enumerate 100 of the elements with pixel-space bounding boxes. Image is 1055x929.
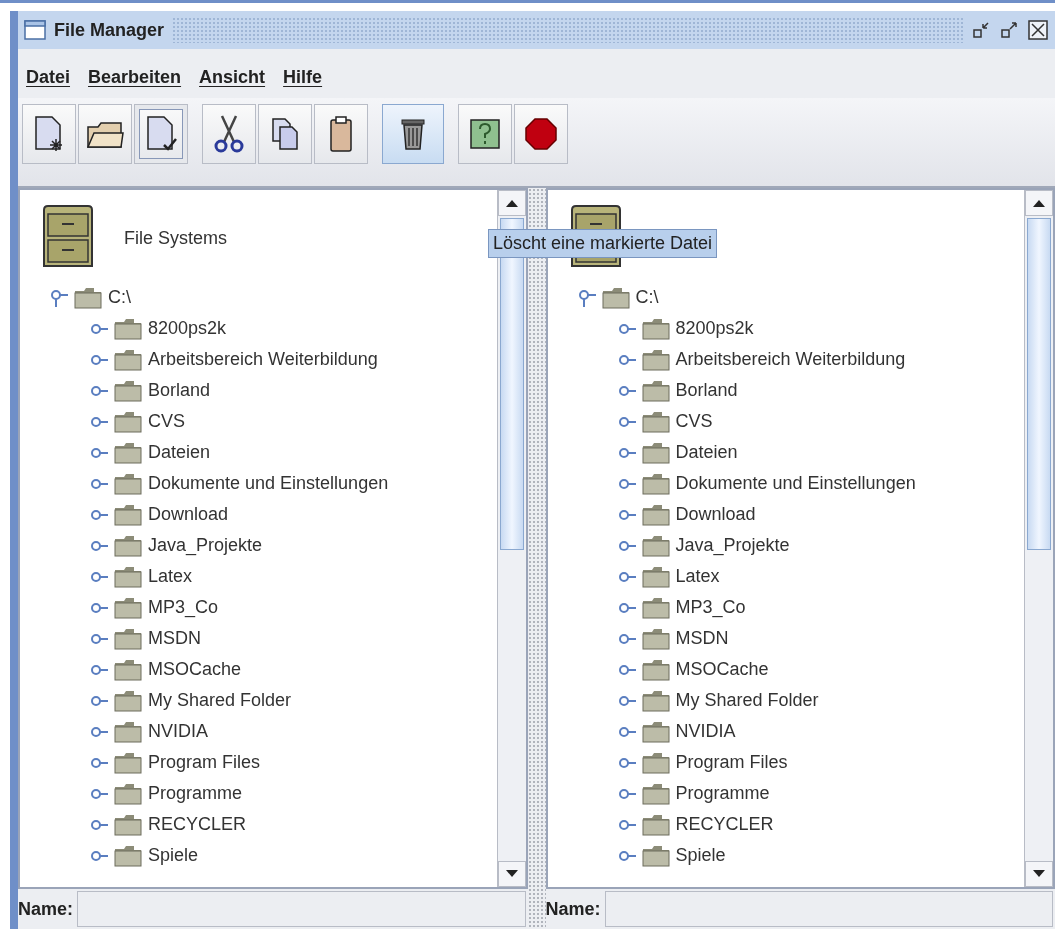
folder-name[interactable]: Programme <box>148 783 243 804</box>
close-button[interactable] <box>1027 19 1049 41</box>
trash-icon <box>400 117 426 151</box>
folder-name[interactable]: Download <box>148 504 229 525</box>
folder-icon <box>74 286 102 309</box>
folder-icon <box>641 689 670 712</box>
copy-icon <box>270 117 300 151</box>
expanded-handle-icon[interactable] <box>577 288 596 307</box>
folder-name[interactable]: MP3_Co <box>675 597 746 618</box>
folder-name[interactable]: Latex <box>148 566 193 587</box>
menu-item[interactable]: Ansicht <box>199 67 266 88</box>
folder-name[interactable]: Arbeitsbereich Weiterbildung <box>675 349 906 370</box>
scroll-down-button[interactable] <box>1025 861 1053 887</box>
folder-icon <box>641 472 670 495</box>
folder-name[interactable]: RECYCLER <box>675 814 774 835</box>
folder-name[interactable]: NVIDIA <box>675 721 736 742</box>
folder-icon <box>114 503 142 526</box>
folder-name[interactable]: C:\ <box>108 287 131 308</box>
name-field[interactable] <box>77 891 526 927</box>
folder-name[interactable]: Download <box>675 504 756 525</box>
folder-name[interactable]: MSOCache <box>675 659 769 680</box>
folder-name[interactable]: CVS <box>148 411 185 432</box>
scroll-down-button[interactable] <box>497 861 526 887</box>
folder-icon <box>114 627 142 650</box>
folder-name[interactable]: Borland <box>675 380 738 401</box>
folder-icon <box>641 782 670 805</box>
folder-icon <box>641 658 670 681</box>
stop-icon <box>524 117 558 151</box>
menu-item[interactable]: Bearbeiten <box>88 67 182 88</box>
window-icon <box>24 20 46 40</box>
down-arrow-icon <box>505 870 518 878</box>
folder-icon <box>641 348 670 371</box>
folder-icon <box>641 844 670 867</box>
folder-icon <box>114 782 142 805</box>
folder-icon <box>601 286 630 309</box>
tree-header: File Systems <box>124 227 228 249</box>
scroll-up-button[interactable] <box>497 190 526 216</box>
scroll-thumb[interactable] <box>1027 218 1051 550</box>
tooltip: Löscht eine markierte Datei <box>488 229 718 258</box>
clipboard-icon <box>328 115 354 153</box>
folder-name[interactable]: My Shared Folder <box>148 690 292 711</box>
new-file-button[interactable] <box>22 104 76 164</box>
folder-name[interactable]: Spiele <box>148 845 199 866</box>
folder-icon <box>641 503 670 526</box>
menu-item[interactable]: Hilfe <box>283 67 323 88</box>
folder-name[interactable]: Arbeitsbereich Weiterbildung <box>148 349 378 370</box>
name-label: Name: <box>545 898 601 920</box>
folder-name[interactable]: NVIDIA <box>148 721 208 742</box>
folder-name[interactable]: C:\ <box>635 287 659 308</box>
folder-name[interactable]: Borland <box>148 380 211 401</box>
folder-name[interactable]: Dateien <box>675 442 738 463</box>
scroll-up-button[interactable] <box>1025 190 1053 216</box>
folder-name[interactable]: Java_Projekte <box>675 535 790 556</box>
scrollbar[interactable] <box>1024 190 1053 887</box>
folder-icon <box>114 813 142 836</box>
stop-button[interactable] <box>514 104 568 164</box>
down-arrow-icon <box>1033 870 1045 878</box>
paste-button[interactable] <box>314 104 368 164</box>
name-field[interactable] <box>604 891 1053 927</box>
folder-name[interactable]: 8200ps2k <box>675 318 754 339</box>
folder-icon <box>641 751 670 774</box>
up-arrow-icon <box>505 199 518 207</box>
folder-icon <box>114 534 142 557</box>
name-label: Name: <box>18 898 74 920</box>
folder-icon <box>114 751 142 774</box>
menu-item[interactable]: Datei <box>26 67 70 88</box>
folder-name[interactable]: Java_Projekte <box>148 535 263 556</box>
folder-icon <box>641 441 670 464</box>
folder-icon <box>641 565 670 588</box>
folder-name[interactable]: MSOCache <box>148 659 242 680</box>
folder-name[interactable]: RECYCLER <box>148 814 247 835</box>
copy-button[interactable] <box>258 104 312 164</box>
folder-icon <box>86 119 124 149</box>
save-button[interactable] <box>134 104 188 164</box>
folder-name[interactable]: Dateien <box>148 442 211 463</box>
folder-icon <box>641 596 670 619</box>
folder-name[interactable]: Program Files <box>675 752 788 773</box>
folder-icon <box>114 658 142 681</box>
open-folder-button[interactable] <box>78 104 132 164</box>
help-icon <box>469 118 501 150</box>
folder-name[interactable]: MSDN <box>148 628 201 649</box>
folder-icon <box>641 317 670 340</box>
folder-name[interactable]: My Shared Folder <box>675 690 819 711</box>
help-button[interactable] <box>458 104 512 164</box>
cut-button[interactable] <box>202 104 256 164</box>
folder-name[interactable]: Dokumente und Einstellungen <box>148 473 389 494</box>
folder-icon <box>114 720 142 743</box>
folder-icon <box>114 410 142 433</box>
folder-name[interactable]: 8200ps2k <box>148 318 227 339</box>
expanded-handle-icon[interactable] <box>50 288 68 307</box>
folder-icon <box>114 472 142 495</box>
folder-name[interactable]: Latex <box>675 566 720 587</box>
folder-name[interactable]: Dokumente und Einstellungen <box>675 473 916 494</box>
folder-name[interactable]: CVS <box>675 411 713 432</box>
delete-button[interactable] <box>382 104 444 164</box>
folder-name[interactable]: Program Files <box>148 752 261 773</box>
folder-name[interactable]: Programme <box>675 783 770 804</box>
folder-name[interactable]: Spiele <box>675 845 726 866</box>
folder-name[interactable]: MSDN <box>675 628 729 649</box>
folder-name[interactable]: MP3_Co <box>148 597 219 618</box>
